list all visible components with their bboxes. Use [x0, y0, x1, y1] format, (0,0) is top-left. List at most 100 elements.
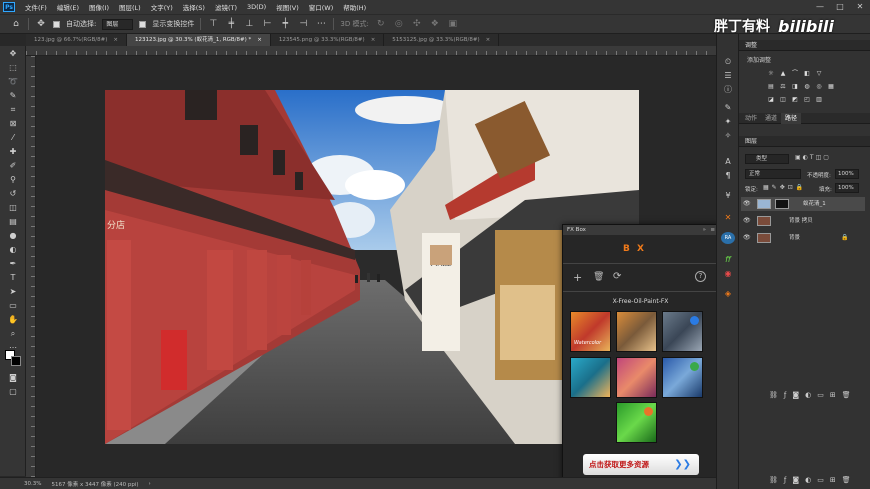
visibility-eye-icon[interactable]: 👁	[743, 231, 751, 245]
layer-mask-thumbnail[interactable]	[775, 199, 789, 209]
marquee-tool-icon[interactable]: ⬚	[6, 62, 20, 74]
channel-mixer-icon[interactable]: ◎	[815, 83, 823, 90]
align-left-icon[interactable]: ⊢	[261, 18, 273, 30]
screen-mode-icon[interactable]: ▢	[6, 386, 20, 398]
3d-scale-icon[interactable]: ▣	[447, 18, 459, 30]
new-layer-icon[interactable]: ⊞	[830, 391, 842, 399]
auto-select-dropdown[interactable]: 图层	[102, 18, 134, 30]
align-middle-icon[interactable]: ╪	[225, 18, 237, 30]
group-icon[interactable]: ▭	[817, 391, 830, 399]
plugin-color-wheel-icon[interactable]: ◉	[721, 268, 735, 280]
path-select-icon[interactable]: ➤	[6, 286, 20, 298]
document-image[interactable]: 大蔵屋 分店	[105, 90, 639, 444]
align-bottom-icon[interactable]: ⊥	[243, 18, 255, 30]
tab-close-icon[interactable]: ×	[486, 34, 491, 46]
clone-source-icon[interactable]: ✧	[721, 130, 735, 142]
gradient-tool-icon[interactable]: ▤	[6, 216, 20, 228]
menu-edit[interactable]: 编辑(E)	[52, 2, 84, 12]
clone-stamp-icon[interactable]: ⚲	[6, 174, 20, 186]
link-layers-icon[interactable]: ⛓	[769, 391, 784, 399]
new-layer-icon[interactable]: ⊞	[830, 476, 842, 484]
tab-channels[interactable]: 通道	[761, 113, 781, 124]
effect-thumb-4[interactable]	[570, 357, 611, 398]
properties-icon[interactable]: ☰	[721, 70, 735, 82]
home-icon[interactable]: ⌂	[10, 18, 22, 30]
healing-brush-icon[interactable]: ✚	[6, 146, 20, 158]
gradient-map-icon[interactable]: ▥	[815, 96, 823, 103]
vibrance-icon[interactable]: ▽	[815, 70, 823, 77]
color-balance-icon[interactable]: ⚖	[779, 83, 787, 90]
refresh-icon[interactable]: ⟳	[613, 271, 621, 282]
help-icon[interactable]: ?	[695, 271, 706, 282]
effect-thumb-3[interactable]	[662, 311, 703, 352]
layer-row[interactable]: 👁 背景 拷贝	[741, 214, 865, 228]
menu-image[interactable]: 图像(I)	[84, 2, 114, 12]
character-icon[interactable]: A	[721, 156, 735, 168]
layer-row[interactable]: 👁 蚁花清_1	[741, 197, 865, 211]
shape-tool-icon[interactable]: ▭	[6, 300, 20, 312]
menu-3d[interactable]: 3D(D)	[242, 3, 271, 11]
exposure-icon[interactable]: ◧	[803, 70, 811, 77]
plugin-ra-icon[interactable]: RA	[721, 232, 735, 244]
close-button[interactable]: ✕	[850, 0, 870, 14]
adjustments-panel-header[interactable]: 调整	[739, 40, 870, 51]
align-right-icon[interactable]: ⊣	[297, 18, 309, 30]
add-mask-icon[interactable]: ◙	[792, 476, 805, 484]
auto-select-checkbox[interactable]	[53, 20, 60, 28]
add-mask-icon[interactable]: ◙	[792, 391, 805, 399]
background-color-swatch[interactable]	[11, 356, 21, 366]
group-icon[interactable]: ▭	[817, 476, 830, 484]
frame-tool-icon[interactable]: ⊠	[6, 118, 20, 130]
delete-layer-icon[interactable]: 🗑	[842, 476, 857, 484]
more-options-icon[interactable]: ⋯	[315, 18, 327, 30]
posterize-icon[interactable]: ◫	[779, 96, 787, 103]
visibility-eye-icon[interactable]: 👁	[743, 214, 751, 228]
visibility-eye-icon[interactable]: 👁	[743, 197, 751, 211]
menu-filter[interactable]: 滤镜(T)	[210, 2, 242, 12]
tab-close-icon[interactable]: ×	[371, 34, 376, 46]
align-top-icon[interactable]: ⊤	[207, 18, 219, 30]
plugin-x-icon[interactable]: ✕	[721, 212, 735, 224]
zoom-level[interactable]: 30.3%	[24, 481, 41, 487]
effect-thumb-5[interactable]	[616, 357, 657, 398]
effect-thumb-1[interactable]: Watercolor	[570, 311, 611, 352]
move-tool-icon[interactable]: ✥	[35, 18, 47, 30]
layer-filter-icons[interactable]: ▣◐T◫▢	[795, 154, 831, 161]
levels-icon[interactable]: ▲	[779, 70, 787, 77]
curves-icon[interactable]: ⌒	[791, 70, 799, 77]
lasso-tool-icon[interactable]: ➰	[6, 76, 20, 88]
ruler-vertical[interactable]	[26, 56, 36, 477]
tab-close-icon[interactable]: ×	[257, 34, 262, 46]
3d-roll-icon[interactable]: ◎	[393, 18, 405, 30]
black-white-icon[interactable]: ◨	[791, 83, 799, 90]
show-transform-checkbox[interactable]	[139, 20, 147, 28]
menu-help[interactable]: 帮助(H)	[338, 2, 371, 12]
brightness-icon[interactable]: ☼	[767, 70, 775, 77]
brush-tool-icon[interactable]: ✐	[6, 160, 20, 172]
tab-document-2[interactable]: 123123.jpg @ 30.3% (蚁花清_1, RGB/8#) * ×	[126, 34, 271, 46]
brush-settings-icon[interactable]: ✎	[721, 102, 735, 114]
effect-thumb-2[interactable]	[616, 311, 657, 352]
tab-close-icon[interactable]: ×	[113, 34, 118, 46]
history-icon[interactable]: ⏲	[721, 56, 735, 68]
menu-type[interactable]: 文字(Y)	[146, 2, 178, 12]
layer-row[interactable]: 👁 背景 🔒	[741, 231, 865, 245]
plugin-ff-icon[interactable]: ff	[721, 254, 735, 266]
blur-tool-icon[interactable]: ●	[6, 230, 20, 242]
type-tool-icon[interactable]: T	[6, 272, 20, 284]
pen-tool-icon[interactable]: ✒	[6, 258, 20, 270]
info-icon[interactable]: ⓘ	[721, 84, 735, 96]
brushes-icon[interactable]: ✦	[721, 116, 735, 128]
maximize-button[interactable]: □	[830, 0, 850, 14]
color-lookup-icon[interactable]: ▦	[827, 83, 835, 90]
hue-icon[interactable]: ▤	[767, 83, 775, 90]
layer-kind-filter[interactable]: 类型	[745, 154, 789, 164]
invert-icon[interactable]: ◪	[767, 96, 775, 103]
panel-menu-icon[interactable]: ≡	[710, 225, 715, 235]
threshold-icon[interactable]: ◩	[791, 96, 799, 103]
menu-view[interactable]: 视图(V)	[271, 2, 304, 12]
dodge-tool-icon[interactable]: ◐	[6, 244, 20, 256]
effect-thumb-7[interactable]	[616, 402, 657, 443]
3d-slide-icon[interactable]: ❖	[429, 18, 441, 30]
delete-layer-icon[interactable]: 🗑	[842, 391, 857, 399]
